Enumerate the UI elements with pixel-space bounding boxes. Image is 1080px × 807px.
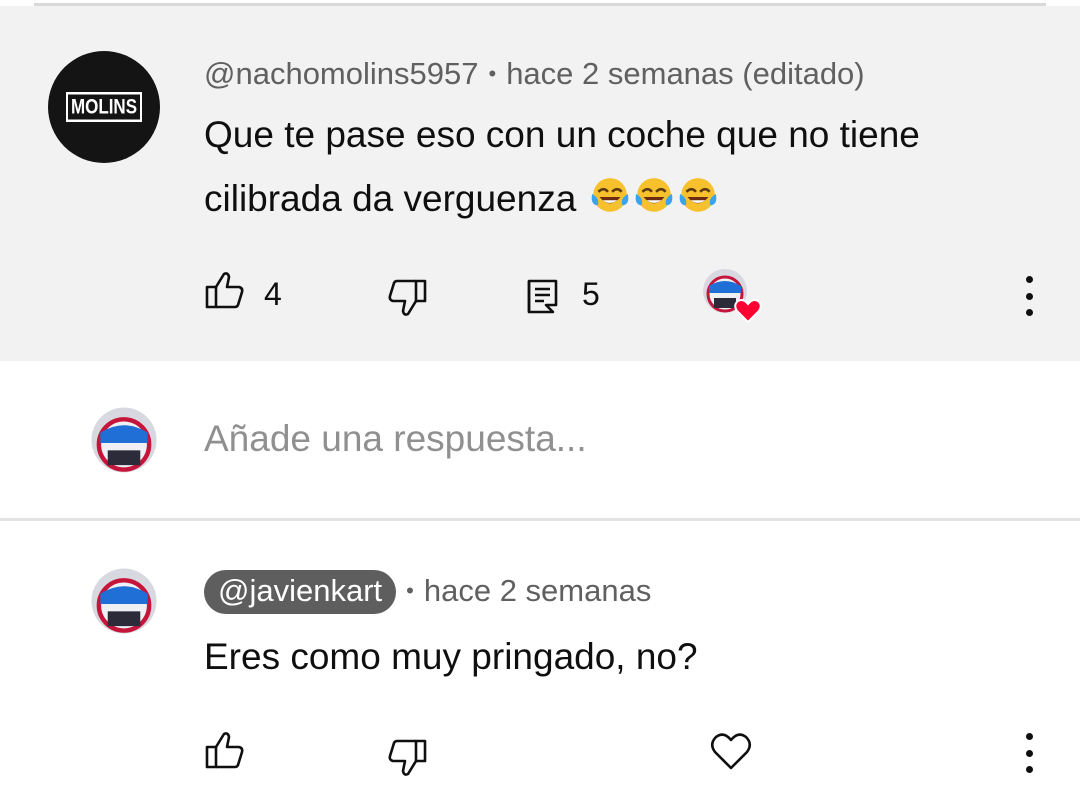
comment-text-line-2: cilibrada da verguenza <box>204 167 920 231</box>
author-avatar[interactable]: MOLINS <box>48 51 160 163</box>
comment-text-line-1: Que te pase eso con un coche que no tien… <box>204 114 920 155</box>
like-count: 4 <box>264 276 282 312</box>
section-divider <box>0 518 1080 521</box>
reply-text: Eres como muy pringado, no? <box>204 636 698 677</box>
thumb-up-icon[interactable] <box>204 270 246 310</box>
reply-time: hace 2 semanas <box>423 573 652 608</box>
comment-author[interactable]: @nachomolins5957 <box>204 56 478 91</box>
reply-count: 5 <box>582 276 600 312</box>
thumb-down-icon[interactable] <box>386 278 428 318</box>
comment-text: Que te pase eso con un coche que no tien… <box>204 103 920 231</box>
separator-dot: • <box>488 61 497 86</box>
laughing-crying-emoji-icon <box>679 178 716 212</box>
heart-outline-icon[interactable] <box>710 731 752 771</box>
avatar-logo-text: MOLINS <box>65 92 143 122</box>
comment-text-line-2-words: cilibrada da verguenza <box>204 178 577 219</box>
user-avatar <box>91 407 157 473</box>
thumb-down-icon[interactable] <box>386 738 428 778</box>
reply-meta: @javienkart • hace 2 semanas <box>204 570 651 614</box>
laughing-crying-emoji-icon <box>635 178 672 212</box>
reply-author-avatar[interactable] <box>90 567 158 635</box>
comment-time: hace 2 semanas (editado) <box>506 56 865 91</box>
red-heart-icon <box>734 299 762 324</box>
reply-input[interactable]: Añade una respuesta... <box>204 418 587 460</box>
separator-dot: • <box>406 578 414 603</box>
comment-meta: @nachomolins5957 • hace 2 semanas (editado… <box>204 56 865 92</box>
laughing-crying-emoji-icon <box>591 178 628 212</box>
reply-author-pill[interactable]: @javienkart <box>204 570 397 614</box>
more-options-icon[interactable] <box>1023 276 1035 316</box>
reply-icon[interactable] <box>526 278 560 314</box>
creator-heart-badge[interactable] <box>702 268 764 326</box>
more-options-icon[interactable] <box>1023 733 1035 773</box>
thumb-up-icon[interactable] <box>204 730 246 770</box>
